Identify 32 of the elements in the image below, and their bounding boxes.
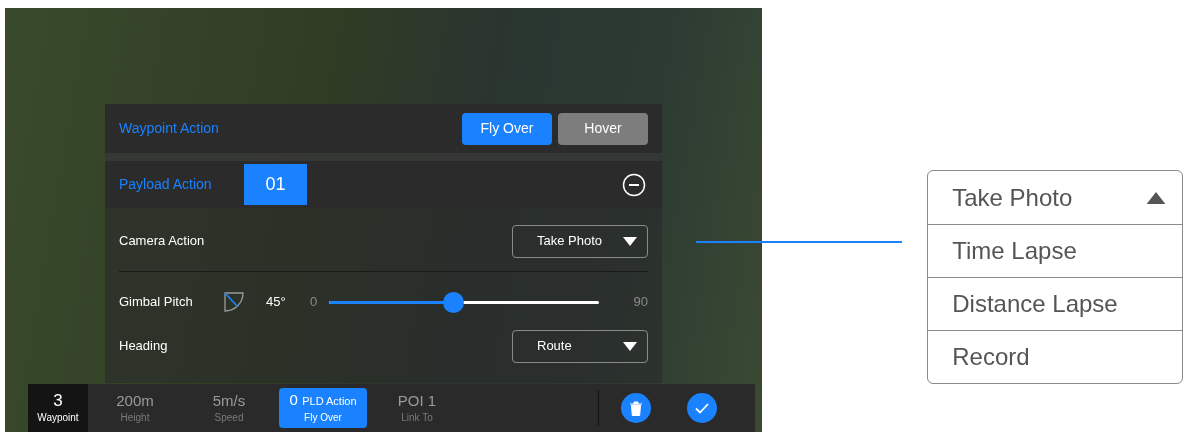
slider-min: 0 — [310, 293, 318, 312]
dropdown-select[interactable]: Route — [512, 329, 648, 363]
waypoint-action-option[interactable]: Fly Over — [462, 112, 552, 145]
delete-button[interactable] — [621, 393, 651, 423]
row-label: Camera Action — [119, 232, 205, 251]
waypoint-counter[interactable]: 3 Waypoint — [28, 384, 88, 432]
row-label: Heading — [119, 337, 168, 356]
remove-icon[interactable] — [622, 172, 646, 197]
dropdown-select[interactable]: Take Photo — [512, 224, 648, 258]
slider-thumb[interactable] — [443, 291, 465, 313]
row-label: Gimbal Pitch — [119, 293, 194, 312]
trash-icon — [629, 400, 643, 416]
dropdown-option[interactable]: Record — [928, 330, 1182, 383]
pitch-angle-icon — [224, 292, 244, 312]
caret-icon — [623, 236, 637, 246]
payload-action-label: Payload Action — [119, 175, 213, 194]
stat-item[interactable]: 200m Height — [88, 384, 182, 432]
waypoint-action-option[interactable]: Hover — [558, 112, 648, 145]
slider-max: 90 — [633, 293, 648, 312]
pitch-reading: 45° — [266, 293, 287, 312]
stat-item[interactable]: POI 1 Link To — [370, 384, 464, 432]
stat-item[interactable]: 5m/s Speed — [182, 384, 276, 432]
dropdown-option[interactable]: Time Lapse — [928, 224, 1182, 277]
payload-action-tab[interactable]: 0 PLD Action Fly Over — [279, 388, 367, 428]
caret-icon — [1146, 191, 1166, 204]
dropdown-option[interactable]: Distance Lapse — [928, 277, 1182, 330]
dropdown-header[interactable]: Take Photo — [928, 171, 1182, 224]
confirm-button[interactable] — [687, 393, 717, 423]
payload-index-tab[interactable]: 01 — [244, 164, 307, 205]
waypoint-action-label: Waypoint Action — [119, 119, 219, 138]
caret-icon — [623, 341, 637, 351]
checkmark-icon — [695, 402, 709, 414]
